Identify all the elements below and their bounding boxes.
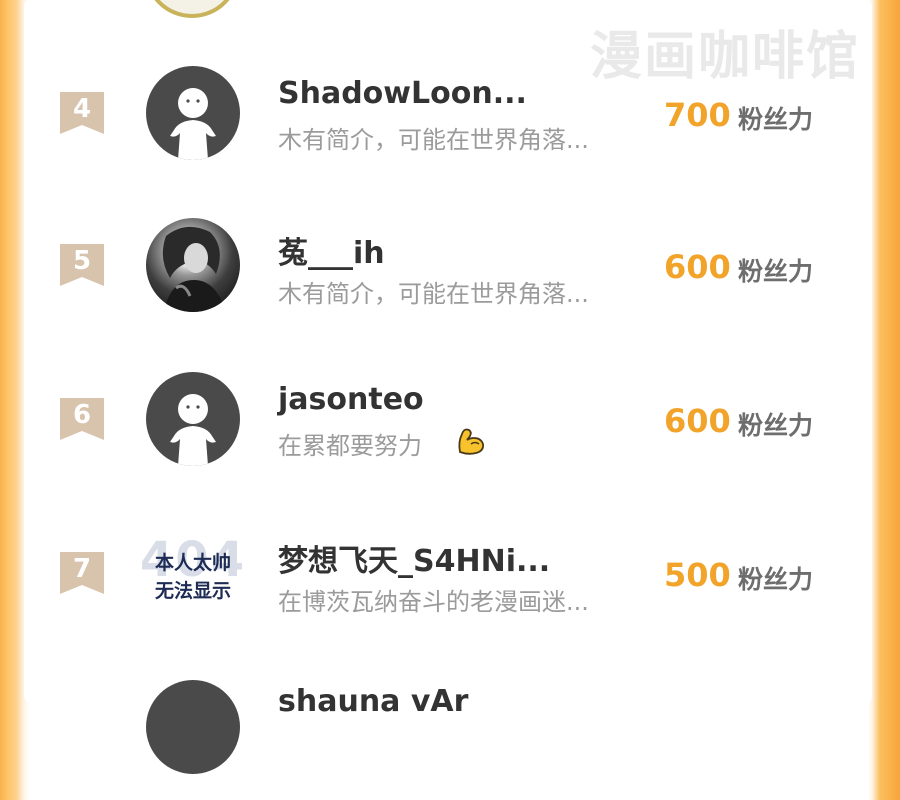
rank-badge: 5 <box>60 244 104 286</box>
default-user-icon <box>170 88 216 160</box>
user-avatar[interactable] <box>146 372 240 466</box>
user-photo <box>162 226 226 312</box>
rank-row-5[interactable]: 5 菟___ih 木有简介，可能在世界角落... 600 粉丝力 <box>0 218 900 338</box>
user-bio: 在累都要努力 <box>278 432 422 460</box>
fan-power-value: 700 <box>664 96 731 134</box>
default-user-icon <box>170 394 216 466</box>
fan-power-label: 粉丝力 <box>738 257 814 286</box>
user-avatar[interactable] <box>146 680 240 774</box>
user-name[interactable]: ShadowLoon... <box>278 76 527 111</box>
user-name[interactable]: 梦想飞天_S4HNi... <box>278 536 550 580</box>
flexed-biceps-icon <box>458 428 485 455</box>
user-avatar[interactable]: 404 本人太帅 无法显示 <box>140 526 244 620</box>
fan-power-value: 500 <box>664 556 731 594</box>
user-name[interactable]: jasonteo <box>278 382 424 417</box>
user-bio: 木有简介，可能在世界角落... <box>278 280 589 308</box>
fan-power-value: 600 <box>664 248 731 286</box>
rank-row-4[interactable]: 4 ShadowLoon... 木有简介，可能在世界角落... 700 粉丝力 <box>0 64 900 184</box>
rank-badge: 4 <box>60 92 104 134</box>
avatar-text-line-1: 本人太帅 <box>154 552 231 574</box>
rank-row-7[interactable]: 7 404 本人太帅 无法显示 梦想飞天_S4HNi... 在博茨瓦纳奋斗的老漫… <box>0 526 900 646</box>
rank-number: 7 <box>72 554 92 584</box>
rank-number: 4 <box>72 94 92 124</box>
user-avatar[interactable] <box>146 66 240 160</box>
rank-row-8-partial[interactable]: shauna vAr <box>0 680 900 800</box>
fan-power-label: 粉丝力 <box>738 565 814 594</box>
avatar-text-line-2: 无法显示 <box>154 580 231 602</box>
rank-number: 6 <box>72 400 92 430</box>
user-bio: 木有简介，可能在世界角落... <box>278 126 589 154</box>
fan-power-label: 粉丝力 <box>738 105 814 134</box>
user-name[interactable]: 菟___ih <box>278 228 385 272</box>
rank-badge: 7 <box>60 552 104 594</box>
fan-power-label: 粉丝力 <box>738 411 814 440</box>
rank-row-6[interactable]: 6 jasonteo 在累都要努力 600 粉丝力 <box>0 372 900 492</box>
rank-badge: 6 <box>60 398 104 440</box>
user-avatar[interactable] <box>146 218 240 312</box>
fan-power-value: 600 <box>664 402 731 440</box>
user-bio: 在博茨瓦纳奋斗的老漫画迷... <box>278 588 589 616</box>
rank-number: 5 <box>72 246 92 276</box>
